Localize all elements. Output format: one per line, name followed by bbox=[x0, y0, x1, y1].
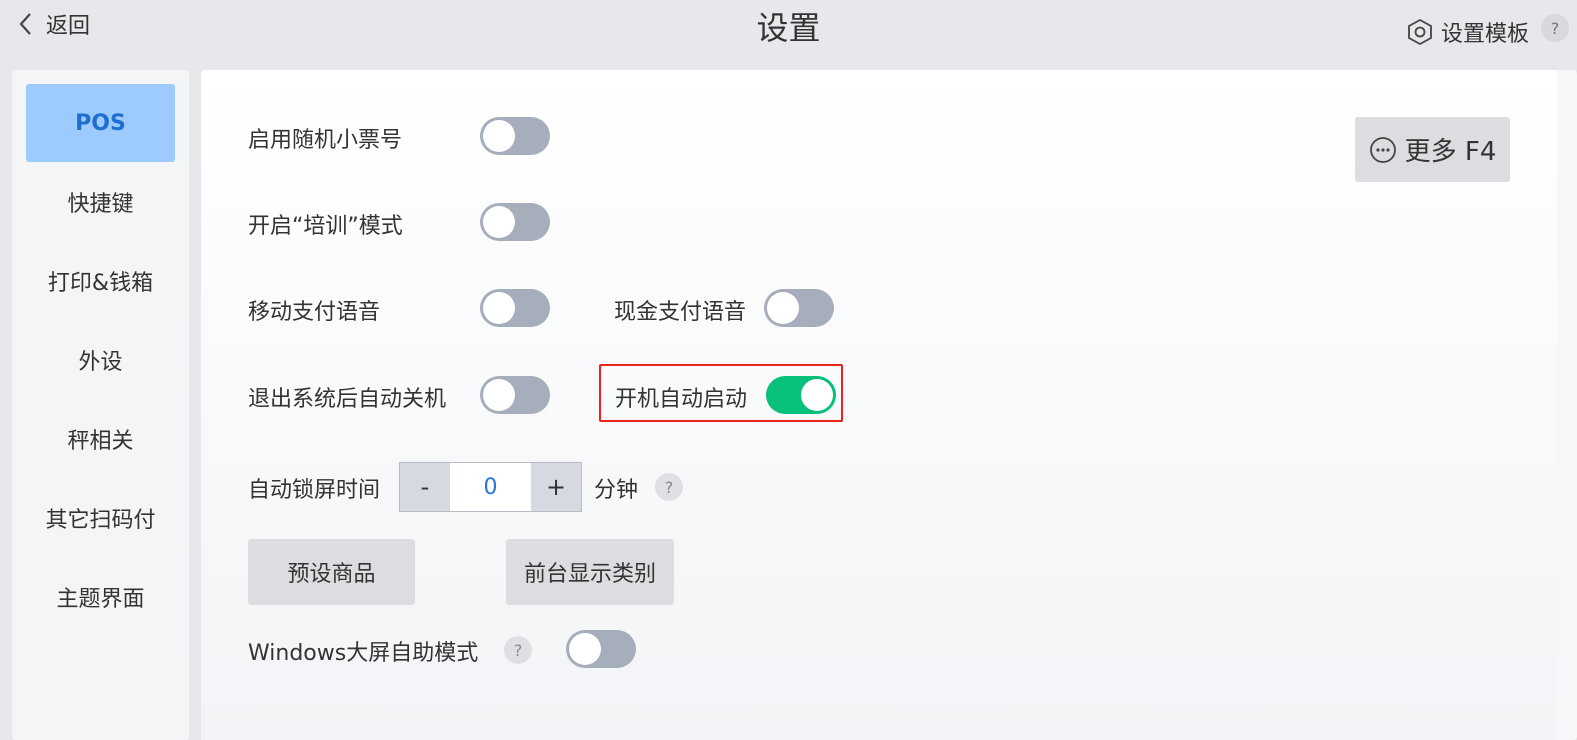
page-title: 设置 bbox=[756, 9, 821, 47]
windows-kiosk-help-icon[interactable]: ? bbox=[504, 636, 532, 664]
sidebar-item-pos[interactable]: POS bbox=[26, 84, 175, 162]
toggle-knob bbox=[483, 379, 515, 411]
toggle-knob bbox=[801, 379, 833, 411]
cash-pay-voice-label: 现金支付语音 bbox=[614, 300, 747, 325]
sidebar-item-scale[interactable]: 秤相关 bbox=[26, 400, 175, 478]
toggle-knob bbox=[569, 633, 601, 665]
lock-time-unit: 分钟 bbox=[594, 478, 639, 503]
toggle-knob bbox=[767, 292, 799, 324]
more-dots-icon bbox=[1369, 136, 1396, 163]
auto-start-label: 开机自动启动 bbox=[615, 387, 748, 412]
help-icon[interactable]: ? bbox=[1541, 14, 1569, 42]
windows-kiosk-toggle[interactable] bbox=[566, 630, 636, 668]
sidebar-item-print-cashbox[interactable]: 打印&钱箱 bbox=[26, 242, 175, 320]
auto-shutdown-toggle[interactable] bbox=[480, 376, 550, 414]
hexagon-settings-icon bbox=[1408, 18, 1432, 46]
random-receipt-label: 启用随机小票号 bbox=[248, 128, 403, 153]
training-mode-toggle[interactable] bbox=[480, 203, 550, 241]
decrement-button[interactable]: - bbox=[400, 463, 450, 511]
sidebar: POS 快捷键 打印&钱箱 外设 秤相关 其它扫码付 主题界面 bbox=[12, 70, 189, 740]
sidebar-item-shortcuts[interactable]: 快捷键 bbox=[26, 163, 175, 241]
toggle-knob bbox=[483, 206, 515, 238]
training-mode-label: 开启“培训”模式 bbox=[248, 214, 403, 239]
cash-pay-voice-toggle[interactable] bbox=[764, 289, 834, 327]
auto-start-toggle[interactable] bbox=[766, 376, 836, 414]
lock-time-input[interactable]: 0 bbox=[450, 463, 531, 511]
more-button[interactable]: 更多 F4 bbox=[1355, 117, 1510, 182]
sidebar-item-peripherals[interactable]: 外设 bbox=[26, 321, 175, 399]
toggle-knob bbox=[483, 292, 515, 324]
more-button-label: 更多 F4 bbox=[1404, 137, 1497, 167]
lock-time-stepper: - 0 + bbox=[399, 462, 582, 512]
toggle-knob bbox=[483, 120, 515, 152]
increment-button[interactable]: + bbox=[531, 463, 581, 511]
random-receipt-toggle[interactable] bbox=[480, 117, 550, 155]
preset-goods-button[interactable]: 预设商品 bbox=[248, 539, 415, 605]
sidebar-item-other-scan-pay[interactable]: 其它扫码付 bbox=[26, 479, 175, 557]
mobile-pay-voice-toggle[interactable] bbox=[480, 289, 550, 327]
mobile-pay-voice-label: 移动支付语音 bbox=[248, 300, 381, 325]
windows-kiosk-label: Windows大屏自助模式 bbox=[248, 641, 479, 666]
front-category-button[interactable]: 前台显示类别 bbox=[506, 539, 674, 605]
lock-time-label: 自动锁屏时间 bbox=[248, 478, 381, 503]
lock-time-help-icon[interactable]: ? bbox=[655, 473, 683, 501]
top-bar: 返回 设置 设置模板 ? bbox=[0, 0, 1577, 60]
sidebar-item-theme[interactable]: 主题界面 bbox=[26, 558, 175, 636]
settings-template-label: 设置模板 bbox=[1440, 22, 1529, 47]
settings-template-button[interactable]: 设置模板 bbox=[1407, 16, 1529, 48]
auto-shutdown-label: 退出系统后自动关机 bbox=[248, 387, 447, 412]
